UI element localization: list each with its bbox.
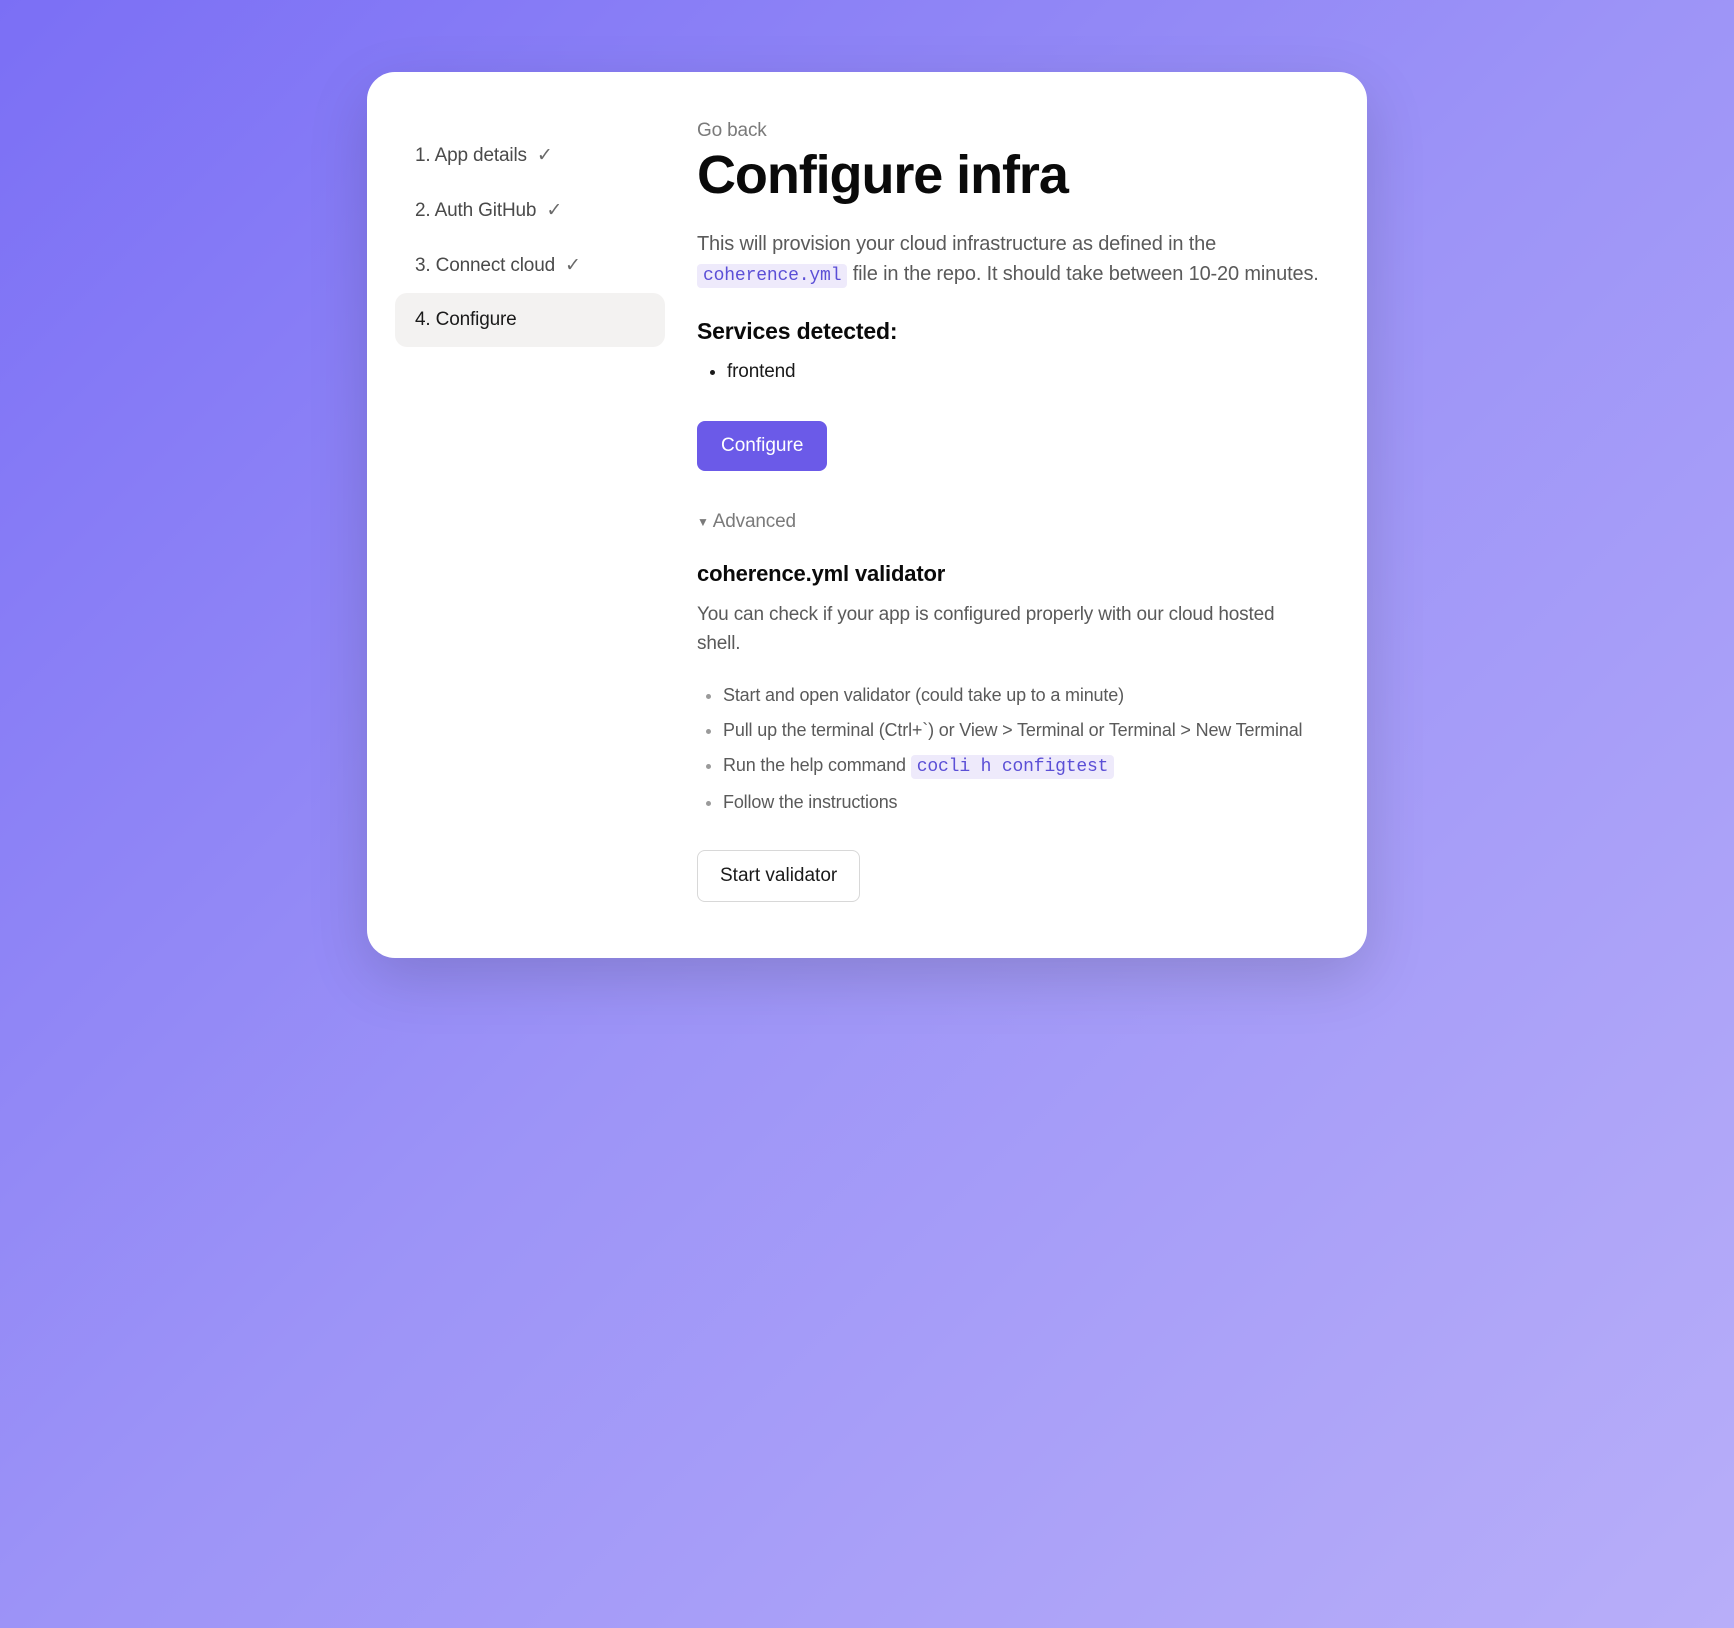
description-post: file in the repo. It should take between… [847, 263, 1318, 285]
start-validator-button[interactable]: Start validator [697, 850, 860, 902]
step-connect-cloud[interactable]: 3. Connect cloud ✓ [395, 238, 665, 293]
configure-button[interactable]: Configure [697, 421, 827, 471]
advanced-label: Advanced [713, 511, 796, 533]
step-auth-github[interactable]: 2. Auth GitHub ✓ [395, 183, 665, 238]
triangle-down-icon: ▼ [697, 515, 709, 529]
service-item: frontend [727, 359, 1319, 385]
description-text: This will provision your cloud infrastru… [697, 229, 1319, 290]
step-label: 2. Auth GitHub [415, 200, 536, 222]
validator-step-text: Run the help command [723, 755, 911, 775]
validator-steps-list: Start and open validator (could take up … [697, 678, 1319, 820]
description-pre: This will provision your cloud infrastru… [697, 233, 1216, 255]
advanced-toggle[interactable]: ▼ Advanced [697, 511, 1319, 533]
step-configure[interactable]: 4. Configure [395, 293, 665, 347]
step-label: 4. Configure [415, 309, 517, 331]
main-content: Go back Configure infra This will provis… [665, 120, 1319, 902]
validator-step: Run the help command cocli h configtest [723, 748, 1319, 785]
services-list: frontend [697, 359, 1319, 385]
step-label: 1. App details [415, 145, 527, 167]
services-heading: Services detected: [697, 318, 1319, 345]
validator-description: You can check if your app is configured … [697, 601, 1319, 658]
validator-step: Start and open validator (could take up … [723, 678, 1319, 713]
page-title: Configure infra [697, 146, 1319, 205]
onboarding-card: 1. App details ✓ 2. Auth GitHub ✓ 3. Con… [367, 72, 1367, 958]
check-icon: ✓ [537, 144, 553, 167]
validator-heading: coherence.yml validator [697, 561, 1319, 587]
config-file-code: coherence.yml [697, 264, 847, 288]
check-icon: ✓ [565, 254, 581, 277]
go-back-link[interactable]: Go back [697, 120, 767, 142]
check-icon: ✓ [546, 199, 562, 222]
step-label: 3. Connect cloud [415, 255, 555, 277]
validator-command-code: cocli h configtest [911, 755, 1115, 779]
step-app-details[interactable]: 1. App details ✓ [395, 128, 665, 183]
validator-step: Follow the instructions [723, 785, 1319, 820]
validator-step: Pull up the terminal (Ctrl+`) or View > … [723, 713, 1319, 748]
steps-sidebar: 1. App details ✓ 2. Auth GitHub ✓ 3. Con… [395, 120, 665, 902]
